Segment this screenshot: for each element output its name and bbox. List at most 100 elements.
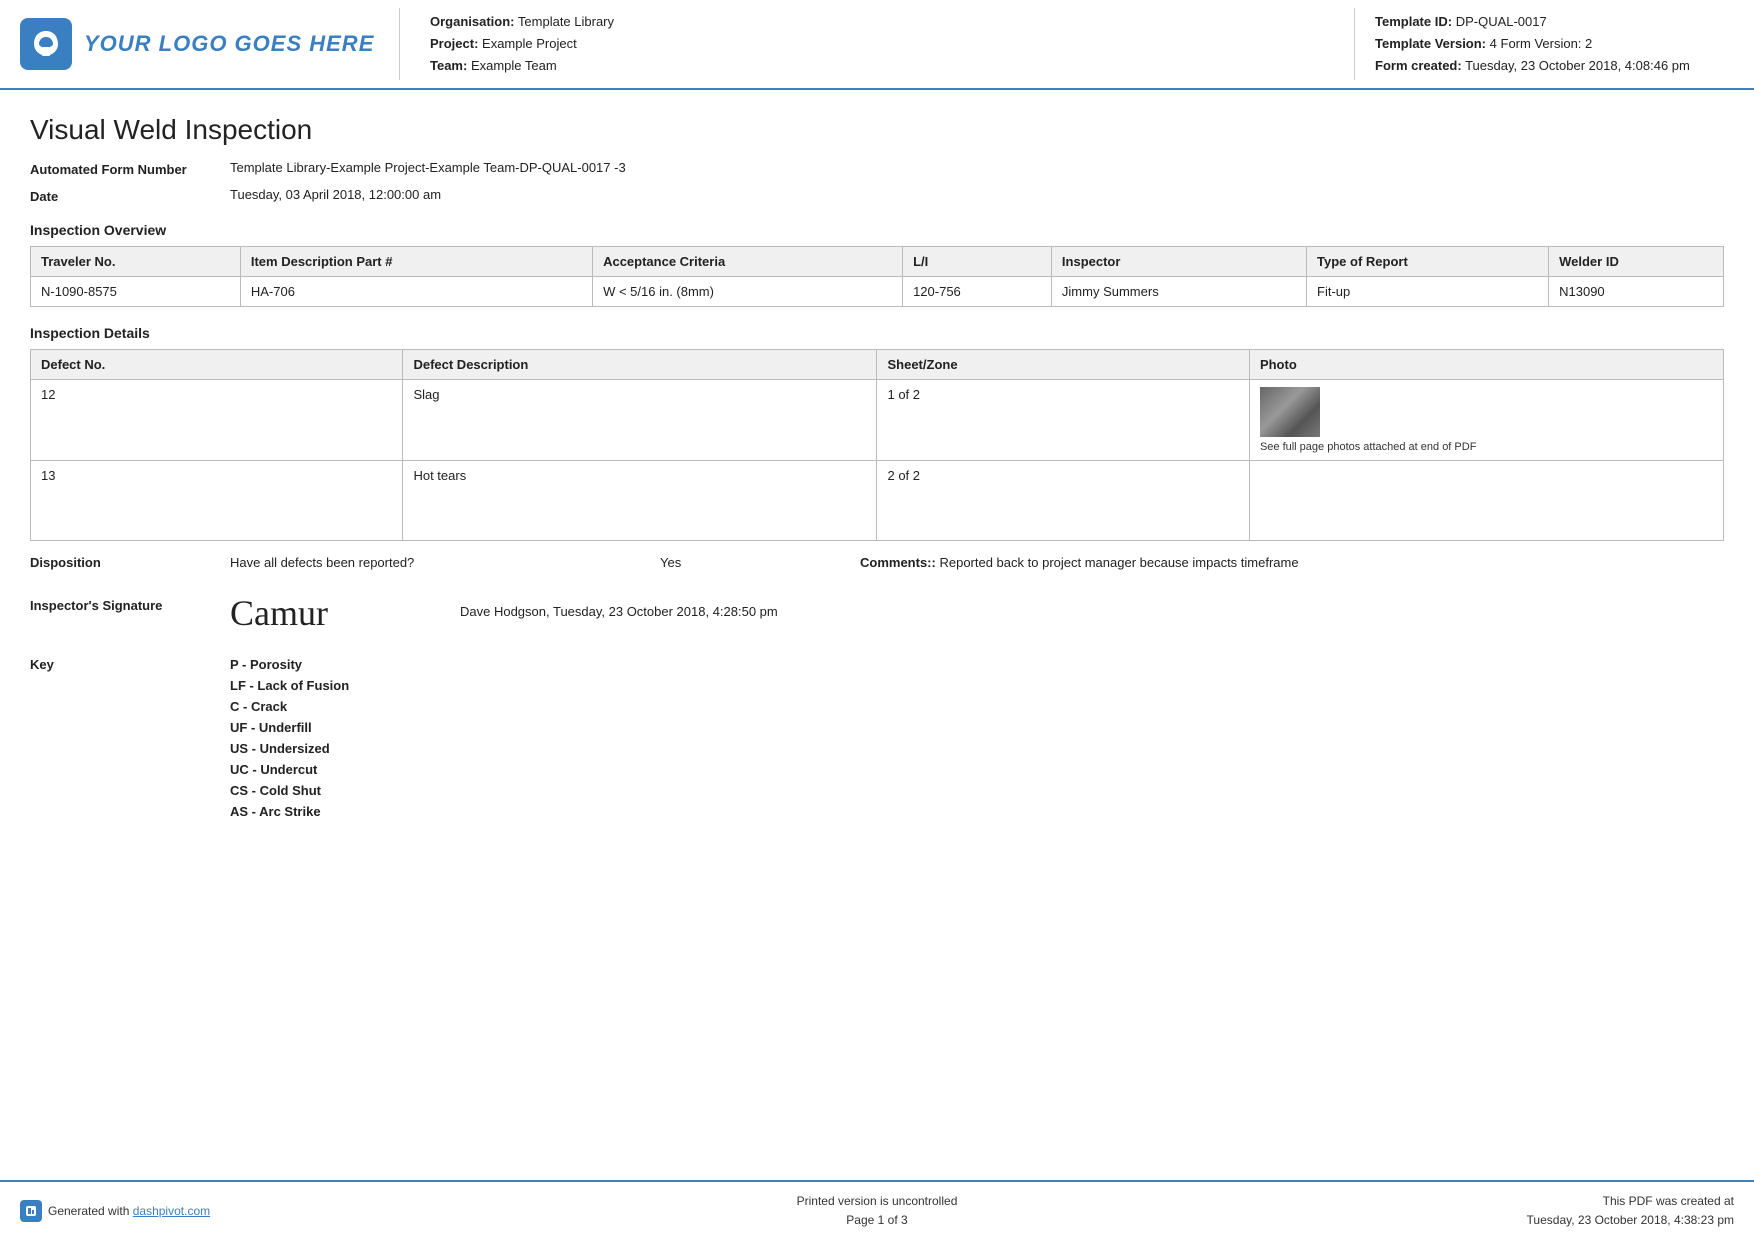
- key-item: C - Crack: [230, 699, 349, 714]
- overview-data-row: N-1090-8575 HA-706 W < 5/16 in. (8mm) 12…: [31, 277, 1724, 307]
- form-version-label: Form Version:: [1501, 36, 1582, 51]
- footer-center: Printed version is uncontrolled Page 1 o…: [370, 1192, 1384, 1230]
- col-defect-desc: Defect Description: [403, 350, 877, 380]
- disposition-label: Disposition: [30, 555, 230, 570]
- key-item: CS - Cold Shut: [230, 783, 349, 798]
- key-row: Key P - Porosity LF - Lack of Fusion C - C…: [30, 657, 1724, 819]
- org-value: Template Library: [518, 14, 614, 29]
- date-row: Date Tuesday, 03 April 2018, 12:00:00 am: [30, 187, 1724, 204]
- logo-text: YOUR LOGO GOES HERE: [84, 31, 374, 57]
- details-header-row: Defect No. Defect Description Sheet/Zone…: [31, 350, 1724, 380]
- li: 120-756: [903, 277, 1052, 307]
- col-acceptance: Acceptance Criteria: [593, 247, 903, 277]
- logo-section: YOUR LOGO GOES HERE: [20, 8, 400, 80]
- form-created-value: Tuesday, 23 October 2018, 4:08:46 pm: [1465, 58, 1690, 73]
- sheet-zone: 1 of 2: [877, 380, 1249, 461]
- logo-icon: [20, 18, 72, 70]
- form-version-value: 2: [1585, 36, 1592, 51]
- key-item: P - Porosity: [230, 657, 349, 672]
- photo-thumbnail: [1260, 387, 1320, 437]
- page-footer: Generated with dashpivot.com Printed ver…: [0, 1180, 1754, 1240]
- footer-link[interactable]: dashpivot.com: [133, 1204, 210, 1218]
- inspection-overview-heading: Inspection Overview: [30, 222, 1724, 238]
- template-id-row: Template ID: DP-QUAL-0017: [1375, 11, 1734, 33]
- defect-description: Hot tears: [403, 461, 877, 541]
- key-item: UC - Undercut: [230, 762, 349, 777]
- footer-pdf-value: Tuesday, 23 October 2018, 4:38:23 pm: [1384, 1211, 1734, 1230]
- template-id-value: DP-QUAL-0017: [1456, 14, 1547, 29]
- date-label: Date: [30, 187, 230, 204]
- project-row: Project: Example Project: [430, 33, 1324, 55]
- page-title: Visual Weld Inspection: [30, 114, 1724, 146]
- key-label: Key: [30, 657, 230, 672]
- signature-image: Camur: [230, 588, 328, 639]
- signature-block: Camur: [230, 588, 430, 639]
- sheet-zone: 2 of 2: [877, 461, 1249, 541]
- col-defect-no: Defect No.: [31, 350, 403, 380]
- key-item: UF - Underfill: [230, 720, 349, 735]
- col-photo: Photo: [1249, 350, 1723, 380]
- inspection-details-heading: Inspection Details: [30, 325, 1724, 341]
- signature-name: Dave Hodgson, Tuesday, 23 October 2018, …: [460, 588, 778, 619]
- details-data-row: 12 Slag 1 of 2 See full page photos atta…: [31, 380, 1724, 461]
- defect-description: Slag: [403, 380, 877, 461]
- footer-generated-text: Generated with: [48, 1204, 129, 1218]
- col-item-desc: Item Description Part #: [240, 247, 592, 277]
- photo: [1249, 461, 1723, 541]
- col-inspector: Inspector: [1051, 247, 1306, 277]
- team-label: Team:: [430, 58, 467, 73]
- header-meta-center: Organisation: Template Library Project: …: [400, 8, 1354, 80]
- key-item: AS - Arc Strike: [230, 804, 349, 819]
- main-content: Visual Weld Inspection Automated Form Nu…: [0, 90, 1754, 889]
- template-version-label: Template Version:: [1375, 36, 1486, 51]
- inspection-overview-table: Traveler No. Item Description Part # Acc…: [30, 246, 1724, 307]
- details-data-row: 13 Hot tears 2 of 2: [31, 461, 1724, 541]
- header-meta-right: Template ID: DP-QUAL-0017 Template Versi…: [1354, 8, 1734, 80]
- key-item: US - Undersized: [230, 741, 349, 756]
- col-sheet-zone: Sheet/Zone: [877, 350, 1249, 380]
- overview-header-row: Traveler No. Item Description Part # Acc…: [31, 247, 1724, 277]
- col-traveler: Traveler No.: [31, 247, 241, 277]
- item-desc: HA-706: [240, 277, 592, 307]
- form-created-label: Form created:: [1375, 58, 1462, 73]
- template-id-label: Template ID:: [1375, 14, 1452, 29]
- signature-row: Inspector's Signature Camur Dave Hodgson…: [30, 588, 1724, 639]
- version-row: Template Version: 4 Form Version: 2: [1375, 33, 1734, 55]
- comments-label: Comments::: [860, 555, 936, 570]
- footer-logo-icon: [20, 1200, 42, 1222]
- team-value: Example Team: [471, 58, 557, 73]
- defect-no: 13: [31, 461, 403, 541]
- page-header: YOUR LOGO GOES HERE Organisation: Templa…: [0, 0, 1754, 90]
- date-value: Tuesday, 03 April 2018, 12:00:00 am: [230, 187, 1724, 202]
- project-label: Project:: [430, 36, 478, 51]
- disposition-question: Have all defects been reported?: [230, 555, 660, 570]
- photo-cell: See full page photos attached at end of …: [1260, 387, 1713, 453]
- form-number-row: Automated Form Number Template Library-E…: [30, 160, 1724, 177]
- team-row: Team: Example Team: [430, 55, 1324, 77]
- project-value: Example Project: [482, 36, 577, 51]
- defect-no: 12: [31, 380, 403, 461]
- footer-print-line2: Page 1 of 3: [370, 1211, 1384, 1230]
- col-type-report: Type of Report: [1307, 247, 1549, 277]
- disposition-comments: Comments:: Reported back to project mana…: [860, 555, 1724, 570]
- org-row: Organisation: Template Library: [430, 11, 1324, 33]
- footer-print-line1: Printed version is uncontrolled: [370, 1192, 1384, 1211]
- welder-id: N13090: [1549, 277, 1724, 307]
- disposition-answer: Yes: [660, 555, 860, 570]
- acceptance: W < 5/16 in. (8mm): [593, 277, 903, 307]
- key-item: LF - Lack of Fusion: [230, 678, 349, 693]
- comments-value: Reported back to project manager because…: [939, 555, 1298, 570]
- footer-pdf-label: This PDF was created at: [1384, 1192, 1734, 1211]
- form-created-row: Form created: Tuesday, 23 October 2018, …: [1375, 55, 1734, 77]
- col-li: L/I: [903, 247, 1052, 277]
- org-label: Organisation:: [430, 14, 515, 29]
- form-number-value: Template Library-Example Project-Example…: [230, 160, 1724, 175]
- template-version-value: 4: [1490, 36, 1497, 51]
- key-items: P - Porosity LF - Lack of Fusion C - Crack…: [230, 657, 349, 819]
- type-of-report: Fit-up: [1307, 277, 1549, 307]
- footer-left: Generated with dashpivot.com: [20, 1200, 370, 1222]
- inspection-details-table: Defect No. Defect Description Sheet/Zone…: [30, 349, 1724, 541]
- footer-right: This PDF was created at Tuesday, 23 Octo…: [1384, 1192, 1734, 1230]
- photo: See full page photos attached at end of …: [1249, 380, 1723, 461]
- form-number-label: Automated Form Number: [30, 160, 230, 177]
